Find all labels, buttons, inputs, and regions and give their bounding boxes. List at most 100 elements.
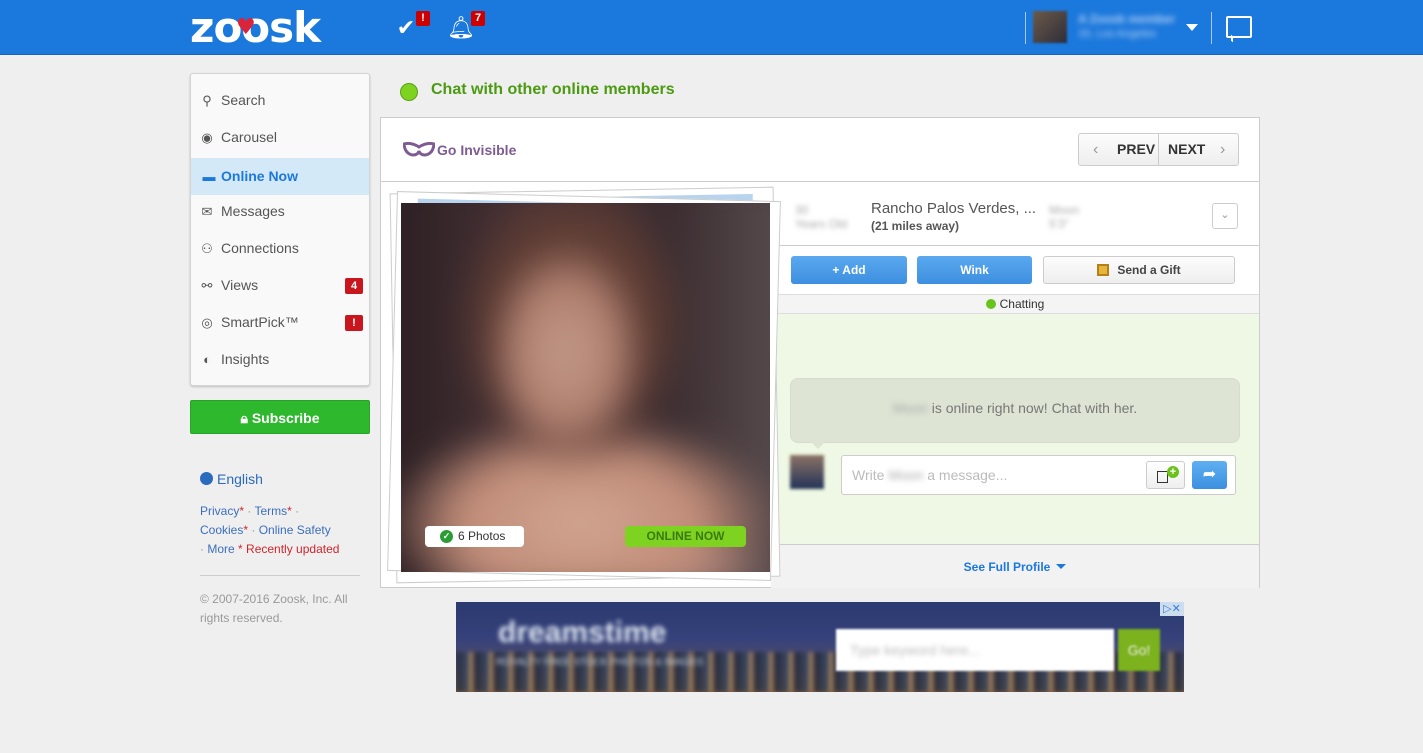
- sidebar-item-label: Connections: [221, 240, 299, 256]
- online-status-dot-icon: [400, 83, 418, 101]
- my-avatar: [790, 455, 824, 489]
- chat-dots-icon: ▬: [202, 169, 216, 184]
- cookies-link[interactable]: Cookies: [200, 523, 243, 537]
- online-now-badge: ONLINE NOW: [625, 526, 746, 547]
- sidebar-nav: ⚲ Search ◉ Carousel ▬ Online Now ✉ Messages …: [190, 73, 370, 386]
- wink-button[interactable]: Wink: [917, 256, 1032, 284]
- message-composer: Write Moon a message... + ➦: [841, 455, 1236, 495]
- profile-age: 30 Years Old: [795, 203, 848, 231]
- profile-photo[interactable]: ✓ 6 Photos ONLINE NOW: [401, 203, 770, 572]
- sidebar-item-connections[interactable]: ⚇ Connections: [191, 230, 369, 267]
- send-arrow-icon: ➦: [1202, 466, 1217, 483]
- sidebar-item-label: SmartPick™: [221, 314, 299, 330]
- expand-details-button[interactable]: ⌄: [1212, 203, 1238, 229]
- logo-text: zoosk: [190, 3, 321, 52]
- sidebar-item-messages[interactable]: ✉ Messages: [191, 193, 369, 230]
- sidebar-item-carousel[interactable]: ◉ Carousel: [191, 119, 369, 156]
- subscribe-button[interactable]: 🔒︎ Subscribe: [190, 400, 370, 434]
- footer-links: Privacy* · Terms* · Cookies* · Online Sa…: [200, 504, 340, 556]
- glasses-icon: ⚯: [201, 278, 213, 293]
- sidebar-item-insights[interactable]: ◐ Insights: [191, 341, 369, 378]
- see-full-profile-label: See Full Profile: [963, 560, 1051, 574]
- ad-banner[interactable]: dreamstime ROYALTY FREE STOCK PHOTOS & I…: [456, 602, 1184, 692]
- mask-icon[interactable]: [403, 142, 435, 157]
- profile-distance: (21 miles away): [871, 219, 960, 233]
- globe-icon: [200, 472, 213, 485]
- prev-label: PREV: [1117, 141, 1156, 157]
- send-button[interactable]: ➦: [1192, 461, 1227, 489]
- caret-down-icon: [1056, 564, 1067, 569]
- chat-area: Chatting Moon is online right now! Chat …: [771, 294, 1259, 544]
- subscribe-label: Subscribe: [251, 410, 320, 426]
- message-input[interactable]: Write Moon a message...: [842, 456, 1142, 494]
- prev-button[interactable]: ‹ PREV: [1079, 134, 1159, 165]
- next-label: NEXT: [1168, 141, 1206, 157]
- profile-location: Rancho Palos Verdes, ...: [871, 200, 1037, 217]
- chevron-left-icon: ‹: [1093, 141, 1099, 158]
- divider: [1211, 12, 1212, 44]
- pager: ‹ PREV NEXT ›: [1078, 133, 1239, 166]
- member-name: Moon: [892, 400, 928, 416]
- add-person-icon: ⚇: [201, 241, 213, 256]
- see-full-profile-link[interactable]: See Full Profile: [771, 544, 1259, 588]
- sidebar-item-label: Online Now: [221, 168, 298, 184]
- carousel-icon: ◉: [201, 130, 213, 145]
- user-location: 33, Los Angeles: [1078, 28, 1157, 40]
- envelope-icon: ✉: [201, 204, 213, 219]
- sidebar-item-online-now[interactable]: ▬ Online Now: [191, 158, 369, 195]
- page-heading: Chat with other online members: [431, 81, 675, 98]
- photo-image: [401, 203, 770, 572]
- sidebar-item-label: Carousel: [221, 129, 278, 145]
- online-safety-link[interactable]: Online Safety: [259, 523, 331, 537]
- chat-bubble-icon[interactable]: [1226, 16, 1252, 38]
- sidebar-item-smartpick[interactable]: ◎ SmartPick™!: [191, 304, 369, 341]
- photos-count-label: 6 Photos: [458, 529, 506, 543]
- ad-go-button[interactable]: Go!: [1118, 629, 1160, 671]
- sidebar-item-label: Insights: [221, 351, 270, 367]
- more-link[interactable]: More: [207, 542, 234, 556]
- send-gift-button[interactable]: Send a Gift: [1043, 256, 1235, 284]
- top-navigation-bar: zoosk ♥ ✔! 🔔︎ 7 A Zoosk member 33, Los Ang…: [0, 0, 1423, 55]
- privacy-link[interactable]: Privacy: [200, 504, 239, 518]
- divider: [200, 575, 360, 576]
- add-button[interactable]: + Add: [791, 256, 907, 284]
- user-name[interactable]: A Zoosk member: [1078, 12, 1175, 26]
- send-gift-label: Send a Gift: [1117, 263, 1181, 277]
- photos-count-badge[interactable]: ✓ 6 Photos: [425, 526, 524, 547]
- bubble-text: is online right now! Chat with her.: [927, 400, 1138, 416]
- heart-icon: ♥: [236, 15, 256, 40]
- smartpick-icon[interactable]: ✔!: [392, 11, 430, 42]
- search-icon: ⚲: [202, 93, 212, 108]
- attach-gift-button[interactable]: +: [1146, 461, 1185, 489]
- ad-close-icon[interactable]: ▷✕: [1160, 602, 1184, 616]
- chat-status: Chatting: [771, 294, 1259, 314]
- terms-link[interactable]: Terms: [254, 504, 287, 518]
- chat-status-label: Chatting: [999, 297, 1045, 311]
- account-dropdown-caret-icon[interactable]: [1186, 24, 1198, 31]
- sidebar-item-search[interactable]: ⚲ Search: [191, 82, 369, 119]
- smartpick-badge: !: [345, 315, 363, 331]
- sidebar-item-label: Messages: [221, 203, 285, 219]
- go-invisible-link[interactable]: Go Invisible: [437, 142, 516, 158]
- plus-icon: +: [1167, 466, 1179, 478]
- profile-info-row: 30 Years Old Rancho Palos Verdes, ... (21…: [771, 183, 1259, 246]
- target-icon: ◎: [201, 315, 213, 330]
- ad-tagline: ROYALTY FREE STOCK PHOTOS & IMAGES: [496, 657, 704, 668]
- chat-prompt-bubble: Moon is online right now! Chat with her.: [790, 378, 1240, 449]
- smartpick-badge: !: [416, 11, 430, 26]
- panel-header: Go Invisible ‹ PREV NEXT ›: [381, 118, 1259, 182]
- ad-search-input[interactable]: Type keyword here...: [836, 629, 1114, 671]
- notifications-bell-icon[interactable]: 🔔︎ 7: [447, 11, 485, 42]
- user-avatar[interactable]: [1033, 11, 1067, 43]
- notifications-badge: 7: [471, 11, 485, 26]
- language-selector[interactable]: English: [200, 471, 263, 487]
- sidebar-item-views[interactable]: ⚯ Views 4: [191, 267, 369, 304]
- gift-icon: [1097, 264, 1110, 276]
- check-icon: ✓: [440, 530, 453, 543]
- next-button[interactable]: NEXT ›: [1160, 134, 1239, 165]
- language-label: English: [217, 471, 263, 487]
- views-badge: 4: [345, 278, 363, 294]
- copyright: © 2007-2016 Zoosk, Inc. All rights reser…: [200, 592, 348, 625]
- ad-brand: dreamstime: [498, 616, 667, 649]
- zoosk-logo[interactable]: zoosk ♥: [190, 3, 321, 52]
